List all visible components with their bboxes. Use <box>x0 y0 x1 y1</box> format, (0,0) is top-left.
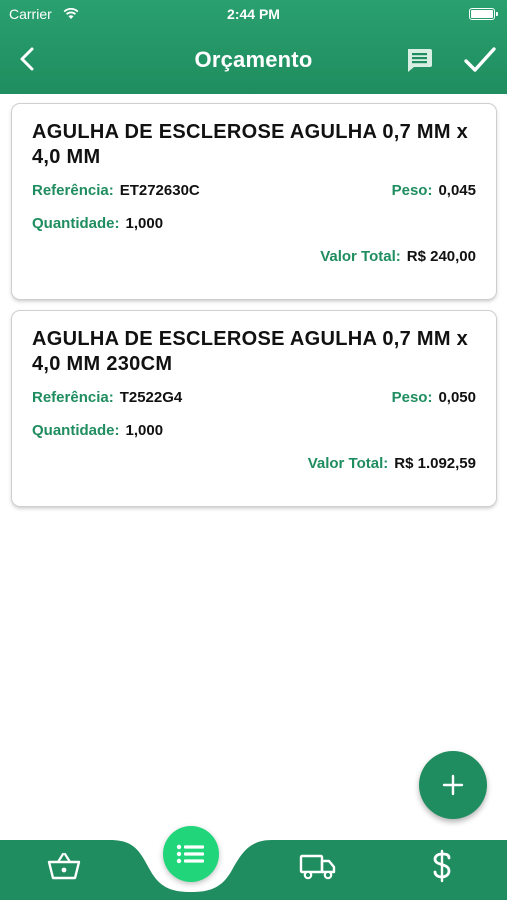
add-item-button[interactable] <box>419 751 487 819</box>
list-tab-button[interactable] <box>163 826 219 882</box>
quantity-value: 1,000 <box>125 215 164 232</box>
budget-item-card[interactable]: AGULHA DE ESCLEROSE AGULHA 0,7 MM x 4,0 … <box>12 104 496 299</box>
budget-item-list: AGULHA DE ESCLEROSE AGULHA 0,7 MM x 4,0 … <box>12 104 496 518</box>
list-icon <box>176 844 204 864</box>
weight-label: Peso: <box>391 182 433 199</box>
chat-icon[interactable] <box>404 46 434 74</box>
truck-icon[interactable] <box>298 852 338 882</box>
total-value: R$ 240,00 <box>406 248 476 265</box>
item-name: AGULHA DE ESCLEROSE AGULHA 0,7 MM x 4,0 … <box>32 328 469 375</box>
quantity-label: Quantidade: <box>32 422 120 439</box>
weight-label: Peso: <box>391 389 433 406</box>
reference-value: ET272630C <box>119 182 200 199</box>
bottom-tab-bar <box>0 830 507 900</box>
total-value: R$ 1.092,59 <box>394 455 476 472</box>
dollar-icon[interactable] <box>430 848 454 884</box>
item-row-quantity: Quantidade: 1,000 <box>32 215 476 248</box>
item-row-total: Valor Total: R$ 1.092,59 <box>32 455 476 488</box>
budget-item-card[interactable]: AGULHA DE ESCLEROSE AGULHA 0,7 MM x 4,0 … <box>12 311 496 506</box>
check-icon[interactable] <box>462 44 498 76</box>
status-bar: Carrier 2:44 PM <box>0 0 507 28</box>
quantity-value: 1,000 <box>125 422 164 439</box>
item-name: AGULHA DE ESCLEROSE AGULHA 0,7 MM x 4,0 … <box>32 121 469 168</box>
battery-icon <box>469 8 498 20</box>
item-row-total: Valor Total: R$ 240,00 <box>32 248 476 281</box>
weight-value: 0,045 <box>438 182 476 199</box>
total-label: Valor Total: <box>307 455 389 472</box>
total-label: Valor Total: <box>320 248 401 265</box>
reference-value: T2522G4 <box>119 389 183 406</box>
reference-label: Referência: <box>32 389 114 406</box>
quantity-label: Quantidade: <box>32 215 120 232</box>
navigation-bar: Orçamento <box>0 30 507 90</box>
reference-label: Referência: <box>32 182 114 199</box>
item-row-reference: Referência: ET272630C Peso: 0,045 <box>32 182 476 215</box>
basket-icon[interactable] <box>46 850 82 882</box>
clock: 2:44 PM <box>227 6 280 22</box>
weight-value: 0,050 <box>438 389 476 406</box>
app-header: Carrier 2:44 PM Orçamento <box>0 0 507 94</box>
item-row-reference: Referência: T2522G4 Peso: 0,050 <box>32 389 476 422</box>
item-row-quantity: Quantidade: 1,000 <box>32 422 476 455</box>
plus-icon <box>442 774 464 796</box>
